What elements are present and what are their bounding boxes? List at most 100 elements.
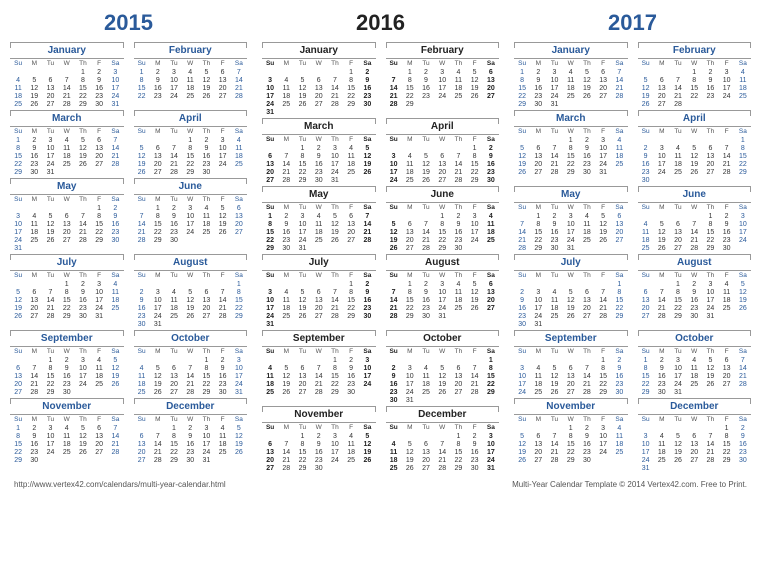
day-cell: 29 [514,100,530,108]
day-cell: 17 [231,372,247,380]
day-cell [311,108,327,116]
day-cell [595,456,611,464]
day-cell: 8 [262,220,278,228]
month-december: DecemberSuMTuWThFSa123456789101112131415… [386,406,500,472]
dow-header: Sa [483,271,499,280]
day-cell: 23 [530,92,546,100]
month-name: August [134,255,248,271]
day-cell: 2 [546,212,562,220]
day-cell: 1 [467,144,483,152]
day-cell [530,424,546,432]
day-cell: 26 [75,160,91,168]
day-cell: 28 [59,100,75,108]
day-cell: 19 [386,236,402,244]
day-cell [386,68,402,76]
day-cell: 9 [686,288,702,296]
day-cell: 23 [359,92,375,100]
month-march: MarchSuMTuWThFSa123456789101112131415161… [514,110,628,184]
day-cell: 10 [654,152,670,160]
day-cell: 17 [702,296,718,304]
day-cell: 21 [182,380,198,388]
day-cell: 17 [563,228,579,236]
day-cell: 14 [670,84,686,92]
day-cell: 22 [262,236,278,244]
day-cell: 27 [231,228,247,236]
dow-header: Tu [546,347,562,356]
day-cell [611,456,627,464]
dow-header: Su [514,347,530,356]
day-cell [327,320,343,328]
dow-header: Th [327,59,343,68]
day-cell: 3 [467,212,483,220]
month-grid: SuMTuWThFSa12345678910111213141516171819… [134,195,248,244]
month-name: October [638,331,752,347]
day-cell [719,176,735,184]
day-cell: 1 [150,204,166,212]
day-cell: 15 [231,296,247,304]
day-cell: 8 [10,144,26,152]
dow-header: W [563,347,579,356]
dow-header: F [719,271,735,280]
day-cell: 11 [402,160,418,168]
day-cell: 18 [107,296,123,304]
day-cell: 6 [262,440,278,448]
day-cell: 13 [530,152,546,160]
day-cell [670,176,686,184]
day-cell [134,136,150,144]
day-cell [75,456,91,464]
day-cell: 7 [278,152,294,160]
day-cell [530,356,546,364]
day-cell: 10 [638,440,654,448]
dow-header: Su [10,59,26,68]
day-cell: 3 [262,288,278,296]
day-cell: 1 [343,280,359,288]
day-cell: 17 [386,168,402,176]
day-cell: 7 [611,68,627,76]
day-cell [670,212,686,220]
day-cell: 21 [278,168,294,176]
day-cell: 11 [343,152,359,160]
day-cell: 10 [595,144,611,152]
day-cell: 25 [670,168,686,176]
day-cell: 20 [638,304,654,312]
dow-header: Tu [418,347,434,356]
dow-header: F [595,415,611,424]
month-grid: SuMTuWThFSa12345678910111213141516171819… [514,59,628,108]
day-cell: 22 [231,304,247,312]
day-cell: 18 [311,228,327,236]
day-cell: 6 [231,204,247,212]
day-cell: 26 [42,236,58,244]
dow-header: F [343,59,359,68]
day-cell: 23 [579,160,595,168]
day-cell: 1 [294,144,310,152]
dow-header: W [434,135,450,144]
day-cell: 1 [686,68,702,76]
day-cell: 4 [418,364,434,372]
day-cell [134,280,150,288]
day-cell: 24 [434,92,450,100]
day-cell: 12 [579,76,595,84]
day-cell: 20 [530,448,546,456]
day-cell: 29 [75,100,91,108]
day-cell: 8 [595,364,611,372]
day-cell: 20 [670,236,686,244]
dow-header: M [26,271,42,280]
day-cell: 18 [735,84,751,92]
day-cell: 6 [611,212,627,220]
day-cell: 29 [595,388,611,396]
day-cell: 19 [702,372,718,380]
dow-header: W [182,415,198,424]
dow-header: Su [638,127,654,136]
day-cell: 2 [311,432,327,440]
day-cell: 16 [719,228,735,236]
day-cell: 19 [735,296,751,304]
day-cell: 20 [166,380,182,388]
day-cell: 27 [702,168,718,176]
day-cell: 22 [134,92,150,100]
day-cell: 17 [150,304,166,312]
dow-header: Th [75,59,91,68]
day-cell: 10 [42,432,58,440]
day-cell: 14 [215,296,231,304]
day-cell: 21 [26,380,42,388]
dow-header: Sa [483,59,499,68]
